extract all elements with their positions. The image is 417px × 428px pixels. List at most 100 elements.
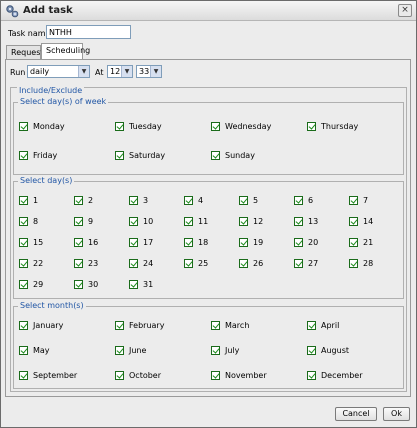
day-checkbox[interactable]: 11 <box>184 215 208 227</box>
day-checkbox[interactable]: 7 <box>349 194 368 206</box>
day-checkbox[interactable]: 22 <box>19 257 43 269</box>
tab-request[interactable]: Request <box>6 45 44 59</box>
day-checkbox[interactable]: 16 <box>74 236 98 248</box>
checkbox-checked-icon[interactable] <box>239 258 248 268</box>
checkbox-checked-icon[interactable] <box>307 345 316 355</box>
month-checkbox[interactable]: October <box>115 369 161 381</box>
checkbox-checked-icon[interactable] <box>184 258 193 268</box>
checkbox-checked-icon[interactable] <box>307 370 316 380</box>
day-checkbox[interactable]: 8 <box>19 215 38 227</box>
checkbox-checked-icon[interactable] <box>294 216 303 226</box>
checkbox-checked-icon[interactable] <box>115 320 124 330</box>
day-checkbox[interactable]: 3 <box>129 194 148 206</box>
month-checkbox[interactable]: January <box>19 319 63 331</box>
checkbox-checked-icon[interactable] <box>74 279 83 289</box>
day-checkbox[interactable]: 24 <box>129 257 153 269</box>
checkbox-checked-icon[interactable] <box>349 237 358 247</box>
day-checkbox[interactable]: 9 <box>74 215 93 227</box>
checkbox-checked-icon[interactable] <box>307 121 316 131</box>
checkbox-checked-icon[interactable] <box>19 195 28 205</box>
checkbox-checked-icon[interactable] <box>19 216 28 226</box>
checkbox-checked-icon[interactable] <box>129 279 138 289</box>
checkbox-checked-icon[interactable] <box>115 150 124 160</box>
checkbox-checked-icon[interactable] <box>184 237 193 247</box>
checkbox-checked-icon[interactable] <box>19 320 28 330</box>
checkbox-checked-icon[interactable] <box>184 216 193 226</box>
day-checkbox[interactable]: 13 <box>294 215 318 227</box>
day-checkbox[interactable]: 1 <box>19 194 38 206</box>
tab-scheduling[interactable]: Scheduling <box>41 43 90 60</box>
day-checkbox[interactable]: 2 <box>74 194 93 206</box>
weekday-checkbox[interactable]: Friday <box>19 149 57 161</box>
day-checkbox[interactable]: 23 <box>74 257 98 269</box>
checkbox-checked-icon[interactable] <box>19 121 28 131</box>
checkbox-checked-icon[interactable] <box>19 258 28 268</box>
close-button[interactable]: × <box>398 4 412 17</box>
weekday-checkbox[interactable]: Sunday <box>211 149 255 161</box>
weekday-checkbox[interactable]: Thursday <box>307 120 358 132</box>
checkbox-checked-icon[interactable] <box>294 195 303 205</box>
month-checkbox[interactable]: June <box>115 344 146 356</box>
checkbox-checked-icon[interactable] <box>74 216 83 226</box>
day-checkbox[interactable]: 21 <box>349 236 373 248</box>
checkbox-checked-icon[interactable] <box>211 370 220 380</box>
month-checkbox[interactable]: March <box>211 319 249 331</box>
title-bar[interactable]: Add task × <box>1 1 416 21</box>
month-checkbox[interactable]: November <box>211 369 267 381</box>
checkbox-checked-icon[interactable] <box>349 195 358 205</box>
month-checkbox[interactable]: September <box>19 369 77 381</box>
checkbox-checked-icon[interactable] <box>211 121 220 131</box>
checkbox-checked-icon[interactable] <box>129 237 138 247</box>
checkbox-checked-icon[interactable] <box>184 195 193 205</box>
month-checkbox[interactable]: December <box>307 369 362 381</box>
checkbox-checked-icon[interactable] <box>115 121 124 131</box>
day-checkbox[interactable]: 10 <box>129 215 153 227</box>
day-checkbox[interactable]: 4 <box>184 194 203 206</box>
day-checkbox[interactable]: 5 <box>239 194 258 206</box>
checkbox-checked-icon[interactable] <box>349 216 358 226</box>
checkbox-checked-icon[interactable] <box>19 345 28 355</box>
hour-select[interactable]: 12 ▼ <box>107 65 133 78</box>
checkbox-checked-icon[interactable] <box>115 370 124 380</box>
checkbox-checked-icon[interactable] <box>129 216 138 226</box>
checkbox-checked-icon[interactable] <box>211 320 220 330</box>
run-frequency-select[interactable]: daily ▼ <box>27 65 90 78</box>
checkbox-checked-icon[interactable] <box>211 150 220 160</box>
month-checkbox[interactable]: May <box>19 344 50 356</box>
checkbox-checked-icon[interactable] <box>115 345 124 355</box>
checkbox-checked-icon[interactable] <box>294 237 303 247</box>
weekday-checkbox[interactable]: Tuesday <box>115 120 162 132</box>
checkbox-checked-icon[interactable] <box>19 237 28 247</box>
task-name-input[interactable] <box>46 25 131 39</box>
day-checkbox[interactable]: 17 <box>129 236 153 248</box>
day-checkbox[interactable]: 30 <box>74 278 98 290</box>
day-checkbox[interactable]: 12 <box>239 215 263 227</box>
checkbox-checked-icon[interactable] <box>74 237 83 247</box>
day-checkbox[interactable]: 20 <box>294 236 318 248</box>
checkbox-checked-icon[interactable] <box>294 258 303 268</box>
month-checkbox[interactable]: August <box>307 344 349 356</box>
checkbox-checked-icon[interactable] <box>307 320 316 330</box>
checkbox-checked-icon[interactable] <box>239 195 248 205</box>
month-checkbox[interactable]: February <box>115 319 164 331</box>
day-checkbox[interactable]: 15 <box>19 236 43 248</box>
checkbox-checked-icon[interactable] <box>19 279 28 289</box>
minute-select[interactable]: 33 ▼ <box>136 65 162 78</box>
checkbox-checked-icon[interactable] <box>129 195 138 205</box>
day-checkbox[interactable]: 31 <box>129 278 153 290</box>
checkbox-checked-icon[interactable] <box>19 150 28 160</box>
checkbox-checked-icon[interactable] <box>239 216 248 226</box>
checkbox-checked-icon[interactable] <box>211 345 220 355</box>
weekday-checkbox[interactable]: Saturday <box>115 149 165 161</box>
day-checkbox[interactable]: 25 <box>184 257 208 269</box>
day-checkbox[interactable]: 27 <box>294 257 318 269</box>
checkbox-checked-icon[interactable] <box>19 370 28 380</box>
checkbox-checked-icon[interactable] <box>74 195 83 205</box>
weekday-checkbox[interactable]: Wednesday <box>211 120 271 132</box>
weekday-checkbox[interactable]: Monday <box>19 120 65 132</box>
day-checkbox[interactable]: 6 <box>294 194 313 206</box>
checkbox-checked-icon[interactable] <box>74 258 83 268</box>
checkbox-checked-icon[interactable] <box>129 258 138 268</box>
month-checkbox[interactable]: July <box>211 344 239 356</box>
day-checkbox[interactable]: 14 <box>349 215 373 227</box>
